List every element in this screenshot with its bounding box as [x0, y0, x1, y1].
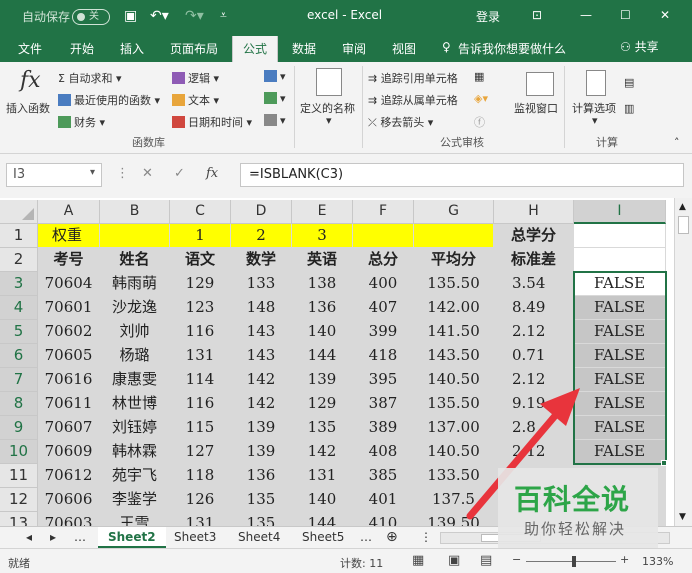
zoom-slider-thumb[interactable] [572, 556, 576, 567]
sheet-tab-sheet5[interactable]: Sheet5 [292, 527, 354, 548]
status-bar: 就绪 计数: 11 ▦ ▣ ▤ − + 133% [0, 548, 692, 573]
watermark: 百科全说 助你轻松解决 [498, 468, 658, 548]
sheet-tab-sheet4[interactable]: Sheet4 [228, 527, 290, 548]
red-arrow-head [540, 388, 580, 426]
add-sheet-icon[interactable]: ⊕ [376, 527, 408, 548]
sheet-more-left[interactable]: … [64, 527, 96, 548]
zoom-in-icon[interactable]: + [620, 553, 629, 566]
page-layout-view-icon[interactable]: ▣ [448, 553, 460, 568]
zoom-out-icon[interactable]: − [512, 553, 521, 566]
count-status: 计数: 11 [340, 557, 384, 570]
excel-window: 自动保存 关 ▣ ↶▾ ↷▾ ⩡ excel - Excel 登录 ⊡ — ☐ … [0, 0, 692, 573]
zoom-slider[interactable] [526, 556, 616, 567]
watermark-title: 百科全说 [514, 483, 631, 516]
zoom-level[interactable]: 133% [642, 555, 673, 568]
sheet-next-icon[interactable]: ▸ [40, 527, 66, 548]
sheet-prev-icon[interactable]: ◂ [16, 527, 42, 548]
hscroll-more-icon: ⋮ [420, 530, 432, 544]
sheet-tab-sheet2[interactable]: Sheet2 [98, 527, 166, 548]
sheet-tab-sheet3[interactable]: Sheet3 [164, 527, 226, 548]
watermark-subtitle: 助你轻松解决 [524, 520, 627, 538]
page-break-view-icon[interactable]: ▤ [480, 553, 492, 568]
ready-status: 就绪 [8, 557, 30, 570]
normal-view-icon[interactable]: ▦ [412, 553, 424, 568]
